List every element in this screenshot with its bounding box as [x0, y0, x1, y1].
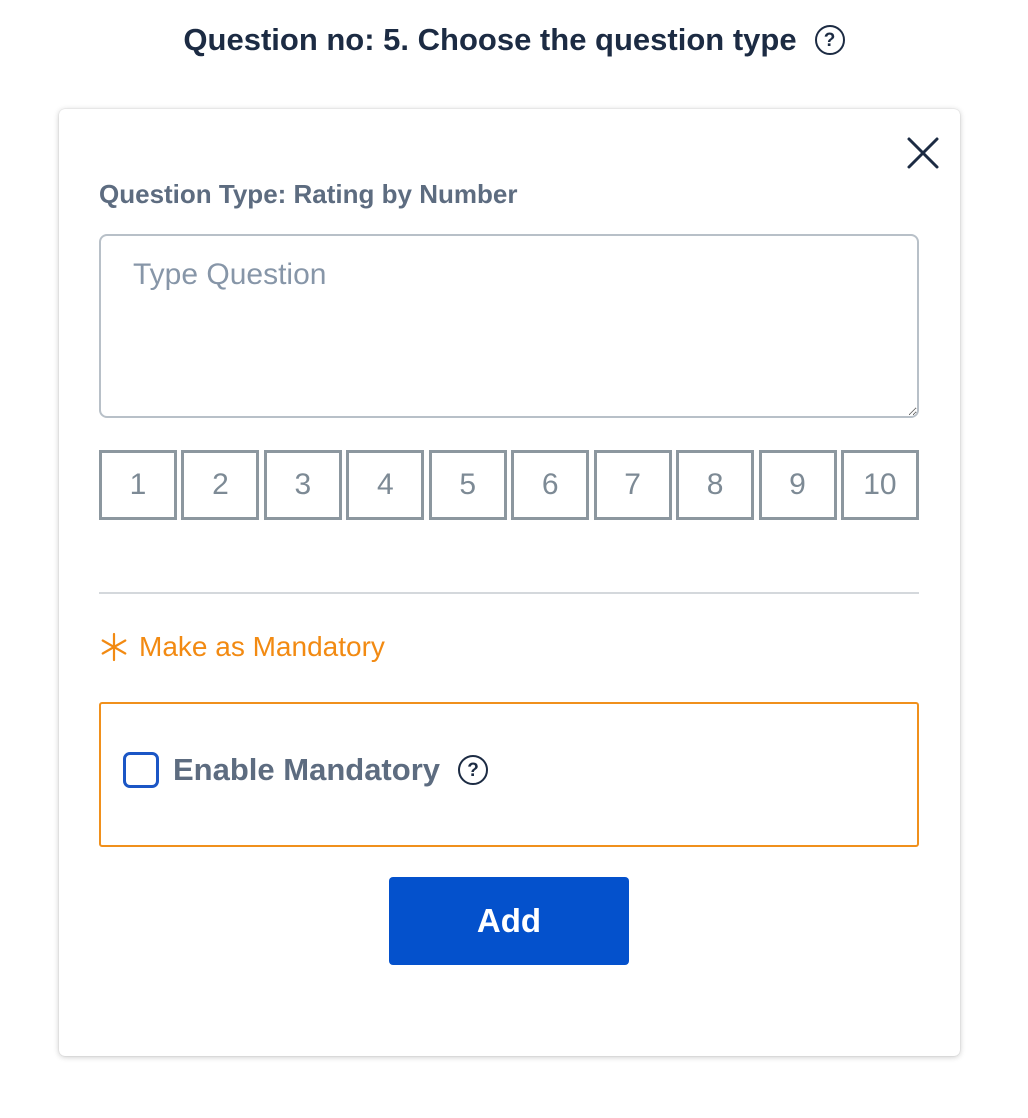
rating-option-1[interactable]: 1 [99, 450, 177, 520]
rating-option-9[interactable]: 9 [758, 450, 837, 520]
rating-option-3[interactable]: 3 [263, 450, 342, 520]
rating-option-7[interactable]: 7 [593, 450, 672, 520]
page-title: Question no: 5. Choose the question type [183, 22, 797, 57]
help-icon[interactable]: ? [814, 25, 845, 55]
rating-option-4[interactable]: 4 [346, 450, 425, 520]
enable-mandatory-label[interactable]: Enable Mandatory [173, 752, 440, 788]
question-card: Question Type: Rating by Number 1 2 3 4 … [59, 109, 960, 1056]
help-icon[interactable]: ? [458, 755, 488, 785]
add-button[interactable]: Add [389, 877, 629, 965]
question-input[interactable] [99, 234, 919, 418]
rating-option-10[interactable]: 10 [840, 450, 919, 520]
enable-mandatory-row: Enable Mandatory ? [123, 752, 488, 788]
mandatory-settings-box: Enable Mandatory ? [99, 702, 919, 847]
page-header: Question no: 5. Choose the question type… [0, 18, 1028, 62]
mandatory-heading-label: Make as Mandatory [139, 631, 385, 662]
rating-option-8[interactable]: 8 [676, 450, 755, 520]
rating-options: 1 2 3 4 5 6 7 8 9 10 [99, 450, 919, 520]
divider [99, 592, 919, 594]
rating-option-5[interactable]: 5 [428, 450, 507, 520]
question-type-label: Question Type: Rating by Number [99, 179, 518, 209]
rating-option-2[interactable]: 2 [181, 450, 260, 520]
rating-option-6[interactable]: 6 [511, 450, 590, 520]
close-icon[interactable] [903, 133, 943, 173]
enable-mandatory-checkbox[interactable] [123, 752, 159, 788]
mandatory-heading: Make as Mandatory [99, 631, 385, 663]
asterisk-icon [99, 632, 129, 662]
